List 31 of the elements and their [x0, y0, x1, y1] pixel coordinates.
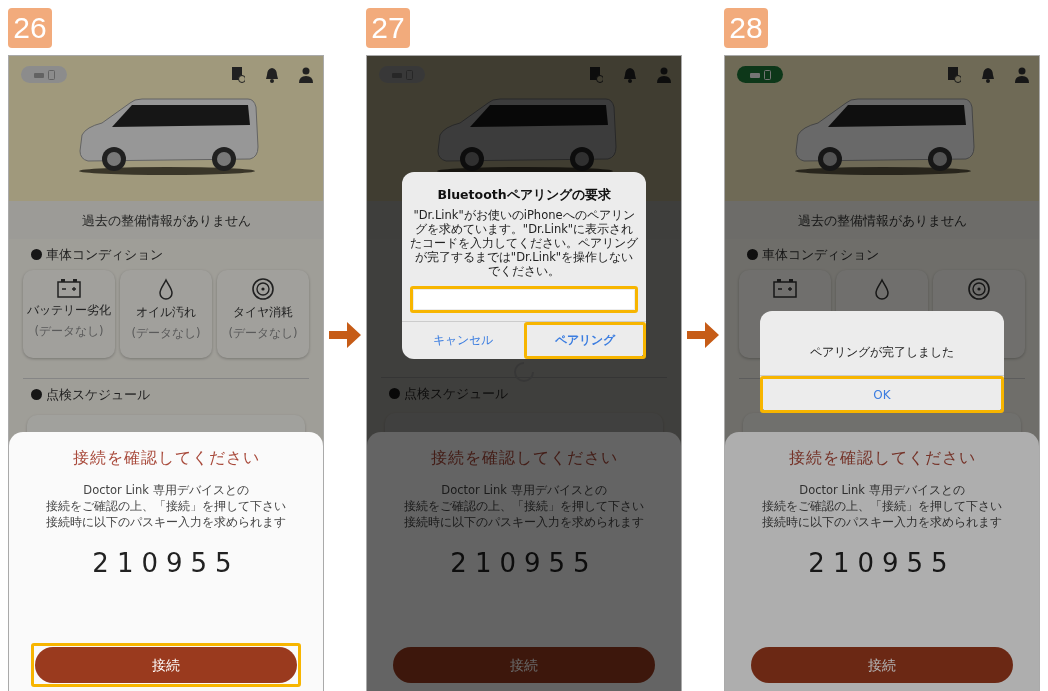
- section-title: 点検スケジュール: [46, 386, 150, 404]
- sheet-message: Doctor Link 専用デバイスとの: [799, 482, 965, 498]
- condition-value: (データなし): [228, 325, 298, 343]
- dialog-message: ペアリングが完了しました: [810, 345, 954, 359]
- no-history-text: 過去の整備情報がありません: [797, 213, 967, 228]
- sheet-message: 接続時に以下のパスキー入力を求められます: [404, 514, 644, 530]
- condition-value: (データなし): [34, 323, 104, 341]
- sheet-message: 接続をご確認の上、「接続」を押して下さい: [762, 498, 1002, 514]
- step-number: 27: [366, 8, 410, 48]
- condition-label: オイル汚れ: [136, 304, 196, 321]
- sheet-message: Doctor Link 専用デバイスとの: [83, 482, 249, 498]
- section-title: 車体コンディション: [46, 245, 163, 264]
- passkey-text: 210955: [450, 547, 598, 580]
- sheet-title: 接続を確認してください: [788, 447, 976, 469]
- passkey-text: 210955: [808, 547, 956, 580]
- passkey-text: 210955: [92, 547, 240, 580]
- condition-value: (データなし): [131, 325, 201, 343]
- sheet-message: 接続をご確認の上、「接続」を押して下さい: [46, 498, 286, 514]
- step-number: 28: [724, 8, 768, 48]
- condition-label: バッテリー劣化: [27, 302, 111, 319]
- sheet-message: Doctor Link 専用デバイスとの: [441, 482, 607, 498]
- sheet-title: 接続を確認してください: [72, 447, 260, 469]
- sheet-title: 接続を確認してください: [430, 447, 618, 469]
- sheet-message: 接続時に以下のパスキー入力を求められます: [46, 514, 286, 530]
- dialog-message: "Dr.Link"がお使いのiPhoneへのペアリングを求めています。"Dr.Link"に表示されたコードを入力してください。ペアリングが完了するまでは"Dr.Link"を操作しないでください。: [410, 207, 638, 278]
- condition-label: タイヤ消耗: [233, 304, 293, 321]
- step-number: 26: [8, 8, 52, 48]
- no-history-text: 過去の整備情報がありません: [81, 213, 251, 228]
- sheet-message: 接続時に以下のパスキー入力を求められます: [762, 514, 1002, 530]
- section-title: 車体コンディション: [762, 245, 879, 264]
- dialog-title: Bluetoothペアリングの要求: [436, 186, 612, 204]
